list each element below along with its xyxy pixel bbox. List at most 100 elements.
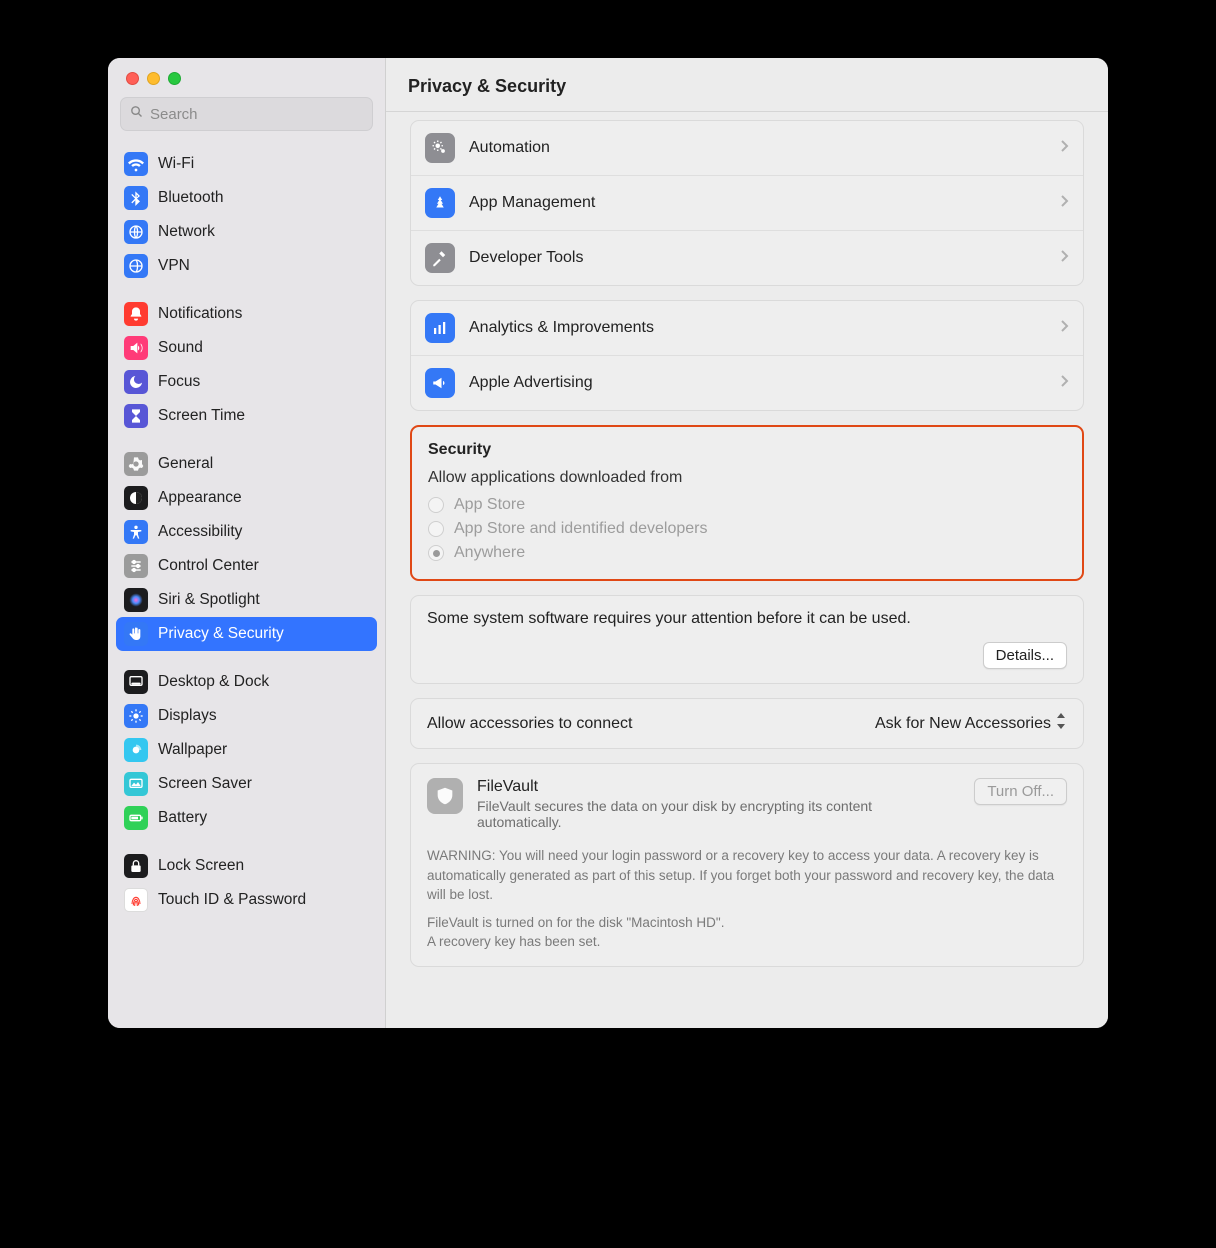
row-label: Analytics & Improvements [469,319,1045,337]
sidebar-item-wi-fi[interactable]: Wi-Fi [116,147,377,181]
sidebar-item-label: Screen Time [158,407,245,425]
zoom-window-button[interactable] [168,72,181,85]
sidebar-item-bluetooth[interactable]: Bluetooth [116,181,377,215]
hand-icon [124,622,148,646]
sidebar-item-screen-time[interactable]: Screen Time [116,399,377,433]
sound-icon [124,336,148,360]
row-label: Apple Advertising [469,374,1045,392]
privacy-row-developer-tools[interactable]: Developer Tools [411,230,1083,285]
radio-dot-icon [428,545,444,561]
sidebar-item-label: Control Center [158,557,259,575]
gear-icon [124,452,148,476]
radio-label: App Store [454,496,525,514]
radio-app-store[interactable]: App Store [428,493,1066,517]
radio-label: Anywhere [454,544,525,562]
sidebar-item-vpn[interactable]: VPN [116,249,377,283]
radio-anywhere[interactable]: Anywhere [428,541,1066,565]
screensaver-icon [124,772,148,796]
sidebar-item-label: Desktop & Dock [158,673,269,691]
privacy-row-app-management[interactable]: App Management [411,175,1083,230]
privacy-row-apple-advertising[interactable]: Apple Advertising [411,355,1083,410]
appearance-icon [124,486,148,510]
accessories-popup[interactable]: Ask for New Accessories [875,713,1067,734]
filevault-desc: FileVault secures the data on your disk … [477,798,897,830]
sidebar-item-label: Appearance [158,489,242,507]
sidebar-item-label: VPN [158,257,190,275]
sidebar-item-accessibility[interactable]: Accessibility [116,515,377,549]
chevron-right-icon [1059,194,1069,213]
chevron-right-icon [1059,249,1069,268]
siri-icon [124,588,148,612]
privacy-row-automation[interactable]: Automation [411,121,1083,175]
sidebar-item-appearance[interactable]: Appearance [116,481,377,515]
sidebar-item-network[interactable]: Network [116,215,377,249]
sidebar-item-displays[interactable]: Displays [116,699,377,733]
attention-card: Some system software requires your atten… [410,595,1084,684]
privacy-row-analytics-improvements[interactable]: Analytics & Improvements [411,301,1083,355]
chevron-right-icon [1059,139,1069,158]
search-field[interactable] [120,97,373,131]
sidebar-item-label: Displays [158,707,217,725]
sidebar-item-label: Wi-Fi [158,155,194,173]
details-button[interactable]: Details... [983,642,1067,669]
sidebar-item-label: Sound [158,339,203,357]
sidebar-item-focus[interactable]: Focus [116,365,377,399]
sidebar-item-battery[interactable]: Battery [116,801,377,835]
dock-icon [124,670,148,694]
sidebar-item-general[interactable]: General [116,447,377,481]
sidebar-item-label: Bluetooth [158,189,224,207]
sidebar-item-siri-spotlight[interactable]: Siri & Spotlight [116,583,377,617]
sidebar-item-label: General [158,455,213,473]
page-title: Privacy & Security [386,58,1108,112]
sidebar-item-sound[interactable]: Sound [116,331,377,365]
minimize-window-button[interactable] [147,72,160,85]
chevron-right-icon [1059,374,1069,393]
lock-icon [124,854,148,878]
network-icon [124,220,148,244]
wallpaper-icon [124,738,148,762]
sidebar-item-screen-saver[interactable]: Screen Saver [116,767,377,801]
chart-icon [425,313,455,343]
sidebar-item-desktop-dock[interactable]: Desktop & Dock [116,665,377,699]
appmgmt-icon [425,188,455,218]
attention-text: Some system software requires your atten… [427,610,1067,628]
search-input[interactable] [150,106,364,123]
sidebar-item-label: Battery [158,809,207,827]
accessories-card: Allow accessories to connect Ask for New… [410,698,1084,749]
filevault-turnoff-button[interactable]: Turn Off... [974,778,1067,805]
bluetooth-icon [124,186,148,210]
hourglass-icon [124,404,148,428]
sidebar-item-label: Focus [158,373,200,391]
row-label: Automation [469,139,1045,157]
hammer-icon [425,243,455,273]
sidebar-item-control-center[interactable]: Control Center [116,549,377,583]
sidebar-item-label: Touch ID & Password [158,891,306,909]
sidebar-item-label: Wallpaper [158,741,227,759]
sidebar-item-lock-screen[interactable]: Lock Screen [116,849,377,883]
sidebar-item-label: Siri & Spotlight [158,591,260,609]
sidebar-item-privacy-security[interactable]: Privacy & Security [116,617,377,651]
megaphone-icon [425,368,455,398]
security-section-highlighted: Security Allow applications downloaded f… [410,425,1084,581]
sidebar-item-label: Notifications [158,305,242,323]
radio-dot-icon [428,497,444,513]
filevault-icon [427,778,463,814]
sidebar-item-label: Network [158,223,215,241]
radio-app-store-and-identified-developers[interactable]: App Store and identified developers [428,517,1066,541]
sidebar-item-notifications[interactable]: Notifications [116,297,377,331]
row-label: App Management [469,194,1045,212]
main-panel: Privacy & Security Automation App Managem… [386,58,1108,1028]
battery-icon [124,806,148,830]
search-icon [129,104,144,124]
moon-icon [124,370,148,394]
sidebar-item-touch-id-password[interactable]: Touch ID & Password [116,883,377,917]
sidebar-item-label: Lock Screen [158,857,244,875]
close-window-button[interactable] [126,72,139,85]
gears-icon [425,133,455,163]
system-settings-window: Wi-Fi Bluetooth Network VPN Notifications Sou… [108,58,1108,1028]
content-scroll: AutomationApp ManagementDeveloper Tools … [386,112,1108,1028]
chevron-right-icon [1059,319,1069,338]
finger-icon [124,888,148,912]
sidebar-item-wallpaper[interactable]: Wallpaper [116,733,377,767]
sidebar-nav: Wi-Fi Bluetooth Network VPN Notifications Sou… [108,141,385,1028]
